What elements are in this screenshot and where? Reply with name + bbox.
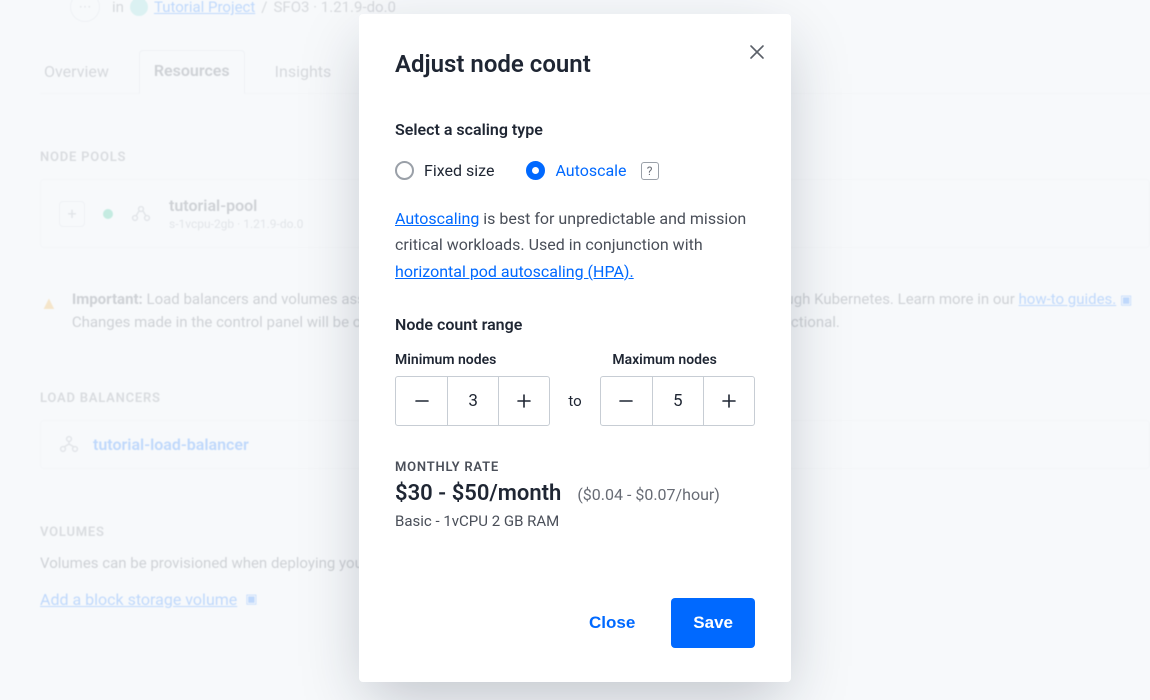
hourly-rate: ($0.04 - $0.07/hour) bbox=[577, 485, 720, 504]
max-nodes-label: Maximum nodes bbox=[612, 352, 716, 368]
scaling-type-label: Select a scaling type bbox=[395, 120, 755, 139]
min-nodes-stepper: 3 bbox=[395, 376, 550, 426]
radio-autoscale[interactable]: Autoscale bbox=[526, 161, 626, 180]
close-button[interactable]: Close bbox=[567, 598, 657, 648]
monthly-rate-label: MONTHLY RATE bbox=[395, 460, 755, 475]
radio-autoscale-label: Autoscale bbox=[555, 161, 626, 180]
help-icon[interactable]: ? bbox=[641, 162, 659, 180]
modal-title: Adjust node count bbox=[395, 50, 755, 78]
close-icon[interactable] bbox=[749, 44, 765, 60]
max-nodes-value: 5 bbox=[652, 377, 703, 425]
max-decrement-button[interactable] bbox=[601, 377, 652, 425]
hpa-link[interactable]: horizontal pod autoscaling (HPA). bbox=[395, 262, 634, 281]
min-nodes-value: 3 bbox=[447, 377, 498, 425]
min-nodes-label: Minimum nodes bbox=[395, 352, 496, 368]
radio-icon bbox=[395, 161, 414, 180]
to-label: to bbox=[568, 392, 581, 410]
max-increment-button[interactable] bbox=[703, 377, 754, 425]
node-range-label: Node count range bbox=[395, 315, 755, 334]
rate-plan-desc: Basic - 1vCPU 2 GB RAM bbox=[395, 512, 755, 530]
save-button[interactable]: Save bbox=[671, 598, 755, 648]
adjust-node-count-modal: Adjust node count Select a scaling type … bbox=[359, 14, 791, 682]
scaling-type-radiogroup: Fixed size Autoscale ? bbox=[395, 161, 755, 180]
autoscale-description: Autoscaling is best for unpredictable an… bbox=[395, 206, 755, 285]
monthly-rate: $30 - $50/month bbox=[395, 481, 561, 506]
min-decrement-button[interactable] bbox=[396, 377, 447, 425]
autoscaling-link[interactable]: Autoscaling bbox=[395, 209, 479, 228]
min-increment-button[interactable] bbox=[498, 377, 549, 425]
max-nodes-stepper: 5 bbox=[600, 376, 755, 426]
radio-fixed-label: Fixed size bbox=[424, 161, 494, 180]
radio-fixed-size[interactable]: Fixed size bbox=[395, 161, 494, 180]
radio-icon bbox=[526, 161, 545, 180]
